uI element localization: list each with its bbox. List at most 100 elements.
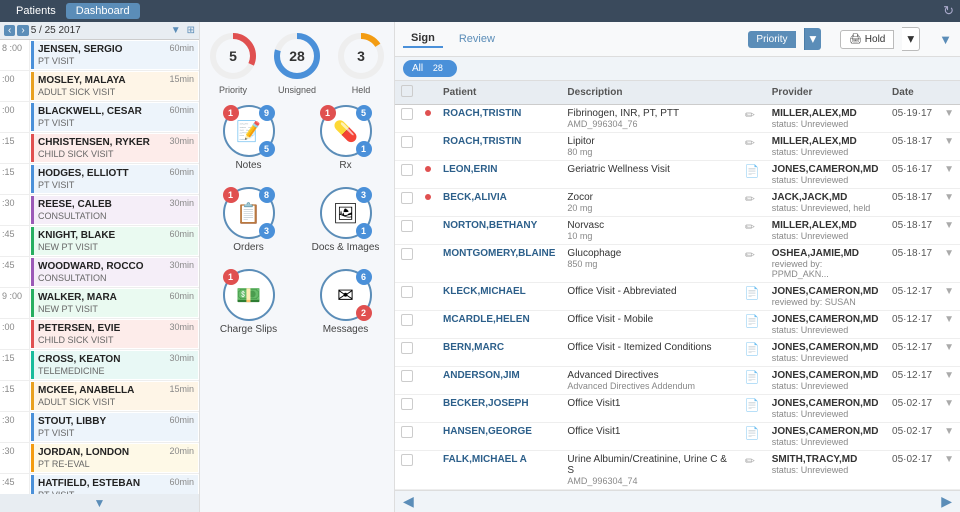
row-check[interactable] <box>395 189 419 217</box>
appointment-block[interactable]: JENSEN, SERGIO 60min PT VISIT <box>31 41 198 69</box>
row-icon[interactable]: ✏ <box>739 105 766 133</box>
row-check[interactable] <box>395 245 419 283</box>
row-checkbox[interactable] <box>401 108 413 120</box>
row-check[interactable] <box>395 161 419 189</box>
row-icon[interactable]: 📄 <box>739 339 766 367</box>
appointment-block[interactable]: HATFIELD, ESTEBAN 60min PT VISIT <box>31 475 198 494</box>
appointment-block[interactable]: MCKEE, ANABELLA 15min ADULT SICK VISIT <box>31 382 198 410</box>
row-check[interactable] <box>395 311 419 339</box>
row-more[interactable]: ▼ <box>938 395 960 423</box>
row-icon[interactable]: 📄 <box>739 395 766 423</box>
row-icon[interactable]: ✏ <box>739 189 766 217</box>
more-button[interactable]: ▼ <box>944 108 954 119</box>
priority-dropdown-button[interactable]: ▾ <box>804 28 822 50</box>
row-check[interactable] <box>395 283 419 311</box>
appointment-block[interactable]: PETERSEN, EVIE 30min CHILD SICK VISIT <box>31 320 198 348</box>
doc-icon[interactable]: 📄 <box>745 398 760 412</box>
section-notes[interactable]: 📝 1 9 5 Notes <box>204 105 293 171</box>
row-more[interactable]: ▼ <box>938 283 960 311</box>
row-checkbox[interactable] <box>401 370 413 382</box>
doc-icon[interactable]: ✏ <box>745 454 755 468</box>
nav-tab-patients[interactable]: Patients <box>6 3 66 19</box>
row-patient[interactable]: NORTON,BETHANY <box>437 217 561 245</box>
appointment-block[interactable]: JORDAN, LONDON 20min PT RE-EVAL <box>31 444 198 472</box>
row-more[interactable]: ▼ <box>938 105 960 133</box>
doc-icon[interactable]: ✏ <box>745 192 755 206</box>
schedule-scroll-down[interactable]: ▼ <box>0 494 199 512</box>
row-more[interactable]: ▼ <box>938 339 960 367</box>
row-check[interactable] <box>395 133 419 161</box>
row-patient[interactable]: ANDERSON,JIM <box>437 367 561 395</box>
doc-icon[interactable]: ✏ <box>745 220 755 234</box>
doc-icon[interactable]: 📄 <box>745 314 760 328</box>
row-checkbox[interactable] <box>401 164 413 176</box>
row-icon[interactable]: ✏ <box>739 217 766 245</box>
more-button[interactable]: ▼ <box>944 342 954 353</box>
nav-tab-dashboard[interactable]: Dashboard <box>66 3 140 19</box>
row-checkbox[interactable] <box>401 398 413 410</box>
schedule-filter-icon[interactable]: ▼ <box>171 25 181 36</box>
row-icon[interactable]: ✏ <box>739 451 766 490</box>
row-checkbox[interactable] <box>401 248 413 260</box>
doc-icon[interactable]: ✏ <box>745 248 755 262</box>
schedule-layout-icon[interactable]: ⊞ <box>187 25 195 36</box>
row-checkbox[interactable] <box>401 342 413 354</box>
appointment-block[interactable]: MOSLEY, MALAYA 15min ADULT SICK VISIT <box>31 72 198 100</box>
more-button[interactable]: ▼ <box>944 286 954 297</box>
more-button[interactable]: ▼ <box>944 370 954 381</box>
row-checkbox[interactable] <box>401 136 413 148</box>
row-patient[interactable]: ROACH,TRISTIN <box>437 133 561 161</box>
more-button[interactable]: ▼ <box>944 192 954 203</box>
appointment-block[interactable]: WALKER, MARA 60min NEW PT VISIT <box>31 289 198 317</box>
scroll-left[interactable]: ◀ <box>403 493 414 510</box>
more-button[interactable]: ▼ <box>944 454 954 465</box>
row-icon[interactable]: ✏ <box>739 245 766 283</box>
row-icon[interactable]: ✏ <box>739 133 766 161</box>
schedule-nav-next[interactable]: › <box>17 25 28 36</box>
section-rx[interactable]: 💊 1 5 1 Rx <box>301 105 390 171</box>
more-button[interactable]: ▼ <box>944 248 954 259</box>
doc-icon[interactable]: ✏ <box>745 136 755 150</box>
row-patient[interactable]: BECKER,JOSEPH <box>437 395 561 423</box>
refresh-icon[interactable]: ↻ <box>943 3 954 19</box>
row-check[interactable] <box>395 367 419 395</box>
row-more[interactable]: ▼ <box>938 161 960 189</box>
doc-icon[interactable]: 📄 <box>745 426 760 440</box>
row-checkbox[interactable] <box>401 454 413 466</box>
doc-icon[interactable]: ✏ <box>745 108 755 122</box>
row-patient[interactable]: BERN,MARC <box>437 339 561 367</box>
doc-icon[interactable]: 📄 <box>745 164 760 178</box>
row-checkbox[interactable] <box>401 314 413 326</box>
header-checkbox[interactable] <box>401 85 413 97</box>
filter-all[interactable]: All 28 <box>403 60 457 77</box>
row-checkbox[interactable] <box>401 220 413 232</box>
more-button[interactable]: ▼ <box>944 164 954 175</box>
row-icon[interactable]: 📄 <box>739 161 766 189</box>
more-button[interactable]: ▼ <box>944 426 954 437</box>
row-check[interactable] <box>395 423 419 451</box>
appointment-block[interactable]: WOODWARD, ROCCO 30min CONSULTATION <box>31 258 198 286</box>
section-docs[interactable]: 🖼 3 1 Docs & Images <box>301 187 390 253</box>
row-check[interactable] <box>395 217 419 245</box>
row-icon[interactable]: 📄 <box>739 283 766 311</box>
row-more[interactable]: ▼ <box>938 311 960 339</box>
section-orders[interactable]: 📋 1 8 3 Orders <box>204 187 293 253</box>
row-checkbox[interactable] <box>401 426 413 438</box>
held-donut[interactable]: 3 <box>335 30 387 82</box>
more-button[interactable]: ▼ <box>944 136 954 147</box>
doc-icon[interactable]: 📄 <box>745 286 760 300</box>
hold-button[interactable]: 🖨 Hold <box>840 30 894 49</box>
doc-icon[interactable]: 📄 <box>745 342 760 356</box>
more-button[interactable]: ▼ <box>944 220 954 231</box>
row-check[interactable] <box>395 105 419 133</box>
row-icon[interactable]: 📄 <box>739 311 766 339</box>
appointment-block[interactable]: STOUT, LIBBY 60min PT VISIT <box>31 413 198 441</box>
row-patient[interactable]: KLECK,MICHAEL <box>437 283 561 311</box>
row-checkbox[interactable] <box>401 192 413 204</box>
priority-donut[interactable]: 5 <box>207 30 259 82</box>
row-checkbox[interactable] <box>401 286 413 298</box>
appointment-block[interactable]: HODGES, ELLIOTT 60min PT VISIT <box>31 165 198 193</box>
row-more[interactable]: ▼ <box>938 245 960 283</box>
row-check[interactable] <box>395 395 419 423</box>
row-icon[interactable]: 📄 <box>739 367 766 395</box>
